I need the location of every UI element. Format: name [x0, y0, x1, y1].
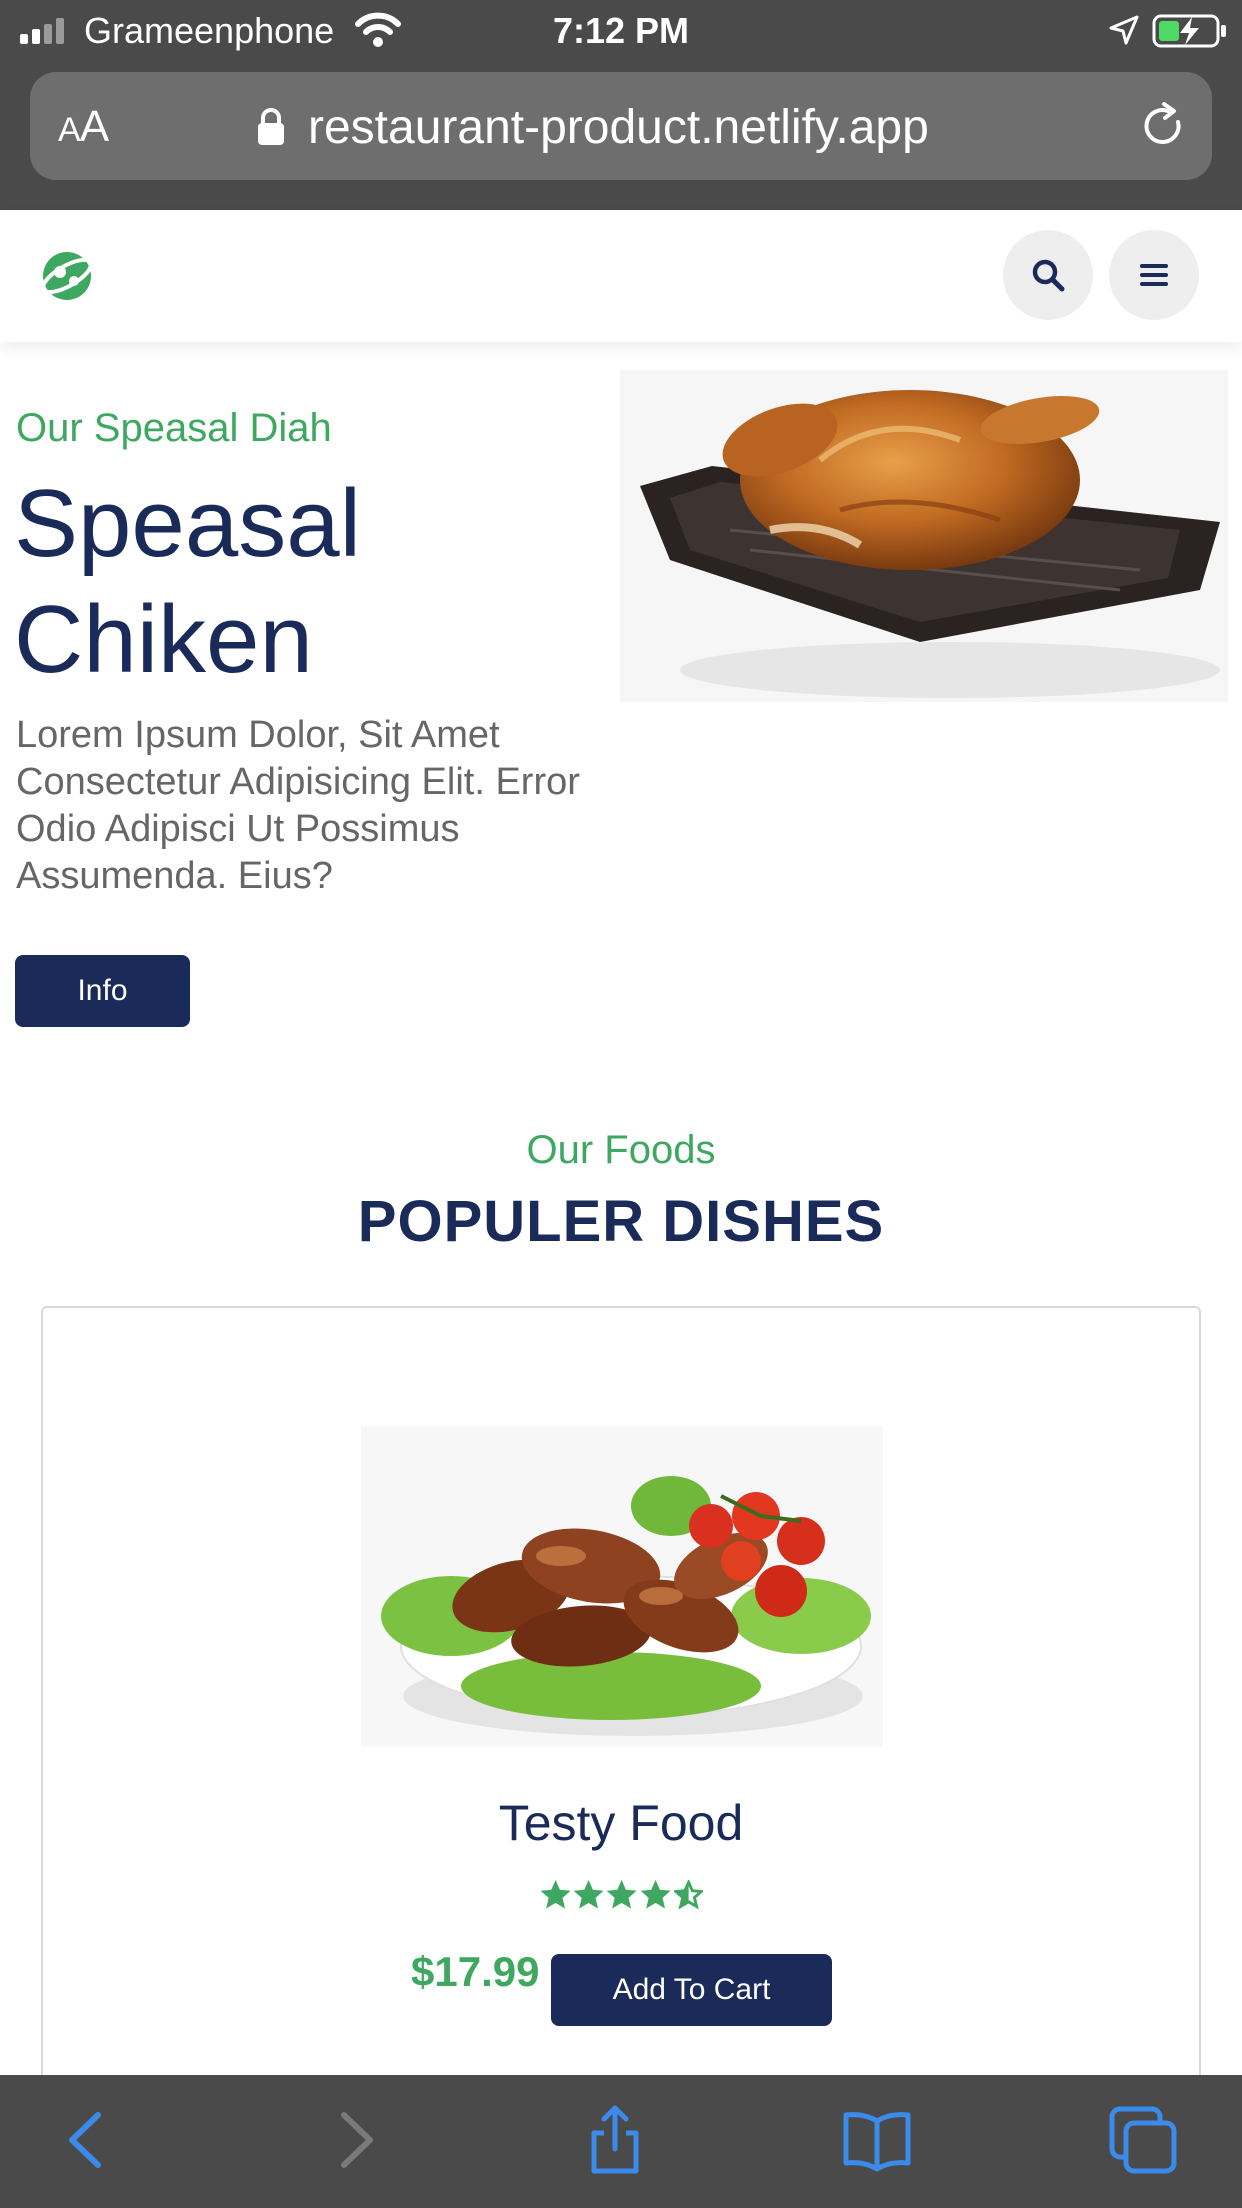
bookmarks-book-icon [843, 2112, 911, 2172]
hamburger-menu-icon [1140, 264, 1168, 286]
status-time: 7:12 PM [552, 10, 690, 51]
roast-chicken-image [620, 370, 1228, 702]
hero-description: Lorem Ipsum Dolor, Sit Amet Consectetur … [16, 714, 580, 897]
logo-icon[interactable] [38, 248, 96, 304]
status-bar: Grameenphone 7:12 PM [0, 0, 1242, 62]
add-to-cart-button[interactable]: Add To Cart [551, 1954, 832, 2026]
chicken-wings-salad-image [361, 1426, 883, 1746]
product-name: Testy Food [498, 1795, 744, 1851]
battery-charging-icon [1152, 14, 1226, 48]
hero-subtitle: Our Speasal Diah [16, 406, 332, 450]
product-card: Testy Food $17.99 Add To Cart [41, 1306, 1201, 2126]
star-rating [541, 1880, 704, 1914]
lock-icon [258, 108, 284, 145]
star-full-icon [574, 1880, 604, 1909]
tabs-button[interactable] [1108, 2105, 1178, 2175]
address-bar[interactable]: AA restaurant-product.netlify.app [30, 72, 1212, 180]
product-price: $17.99 [411, 1948, 540, 1995]
section-subtitle: Our Foods [526, 1128, 716, 1172]
star-full-icon [541, 1880, 571, 1909]
star-full-icon [607, 1880, 637, 1909]
browser-top-chrome: Grameenphone 7:12 PM AA restaurant-produ… [0, 0, 1242, 210]
aa-small-letter: A [58, 111, 81, 149]
bookmarks-button[interactable] [842, 2105, 912, 2175]
location-arrow-icon [1109, 15, 1139, 45]
site-header [0, 210, 1242, 342]
share-button[interactable] [580, 2105, 650, 2175]
url-text[interactable]: restaurant-product.netlify.app [308, 100, 929, 155]
back-arrow-icon [69, 2112, 101, 2168]
star-half-icon [673, 1880, 704, 1910]
share-icon [591, 2105, 639, 2174]
aa-large-letter: A [79, 102, 109, 151]
search-button[interactable] [1003, 230, 1093, 320]
info-button[interactable]: Info [15, 955, 190, 1027]
section-title: POPULER DISHES [357, 1189, 885, 1254]
forward-arrow-icon [341, 2112, 373, 2168]
reader-text-size-button[interactable]: AA [58, 102, 109, 152]
star-full-icon [640, 1880, 670, 1909]
browser-toolbar [0, 2075, 1242, 2208]
forward-button[interactable] [320, 2105, 390, 2175]
search-icon [1032, 259, 1065, 292]
menu-button[interactable] [1109, 230, 1199, 320]
back-button[interactable] [52, 2105, 122, 2175]
tabs-icon [1109, 2106, 1177, 2174]
hero-title: Speasal Chiken [14, 470, 361, 693]
reload-icon[interactable] [1138, 100, 1188, 152]
